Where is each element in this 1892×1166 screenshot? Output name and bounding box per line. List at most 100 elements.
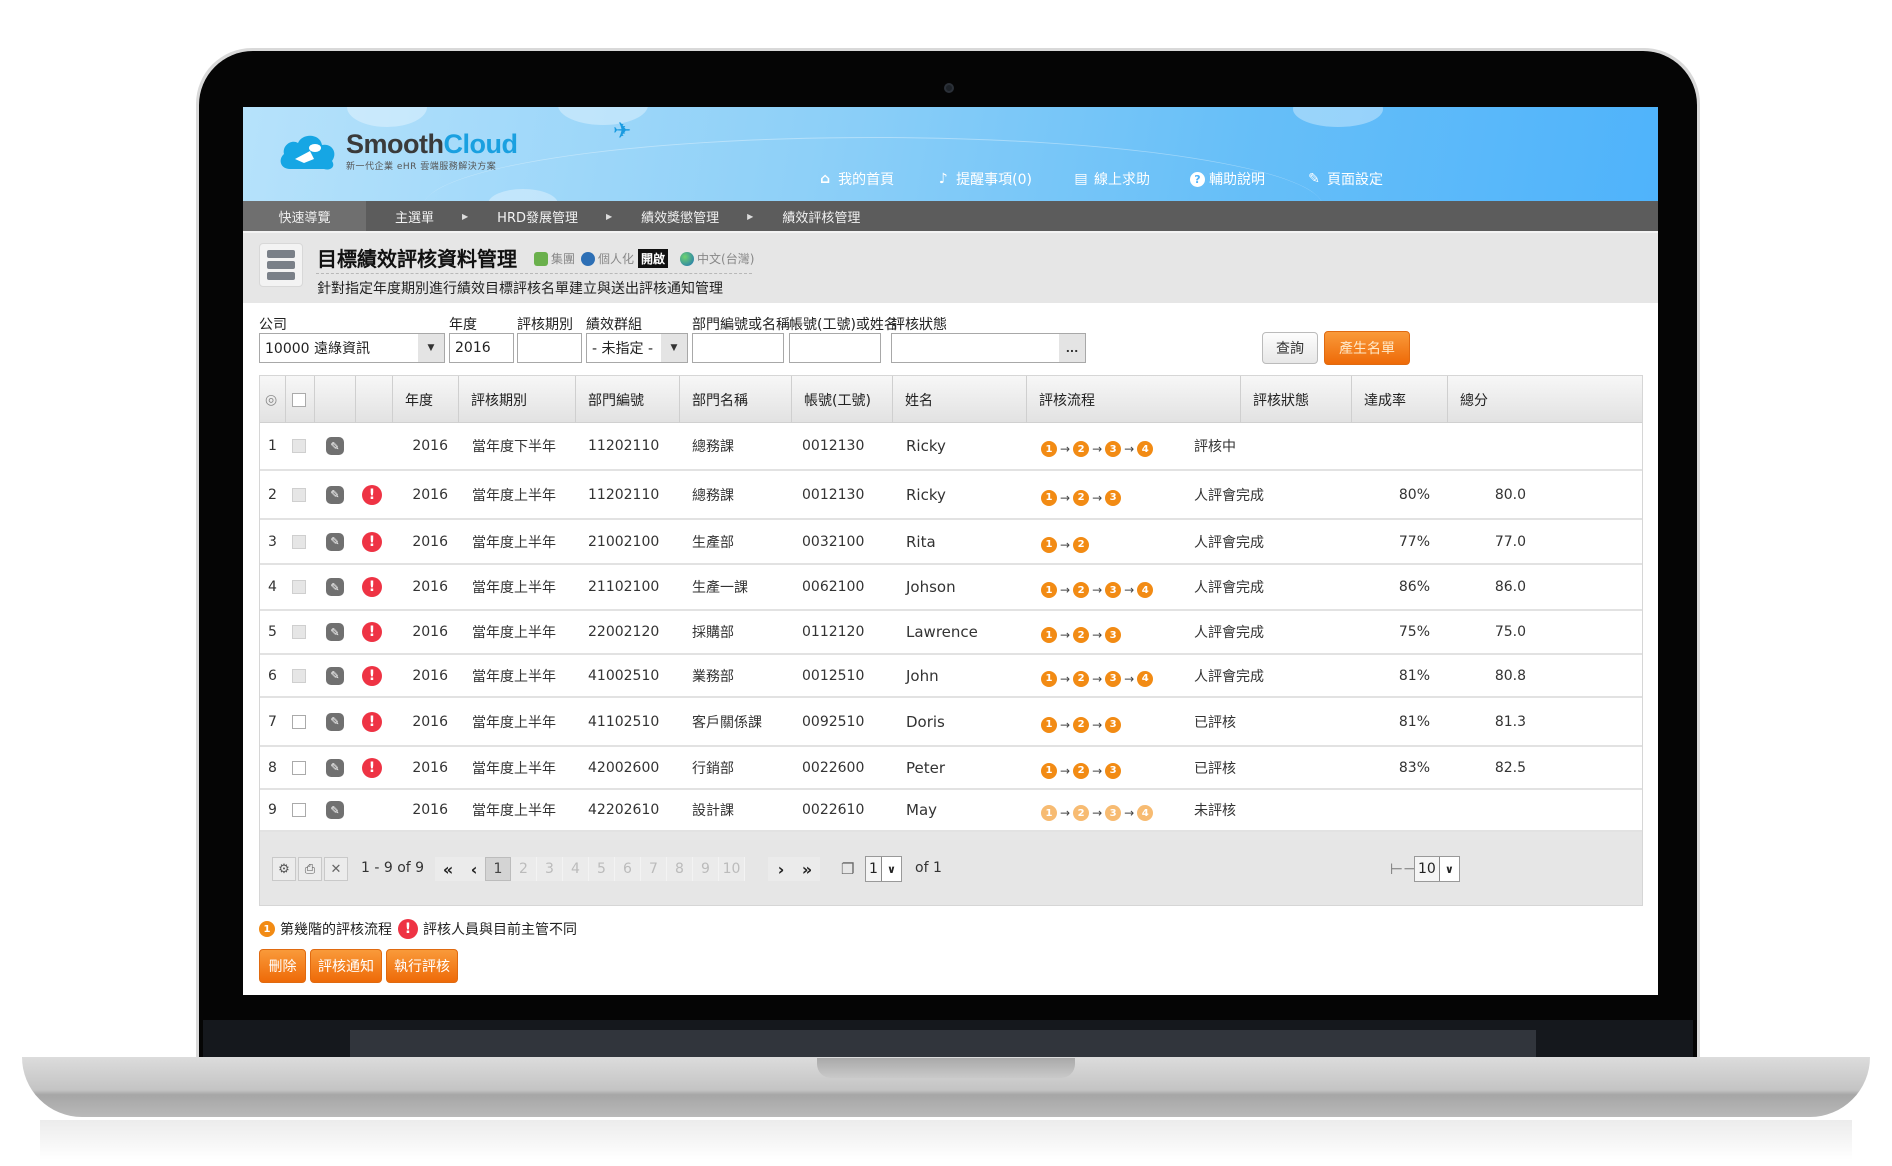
edit-cell: ✎ <box>326 611 350 653</box>
rate-cell: 77% <box>1398 533 1430 550</box>
row-number: 7 <box>268 713 277 730</box>
account-input[interactable] <box>789 333 881 363</box>
table-row[interactable]: 9 ✎ 2016 當年度上半年 42202610 設計課 0022610 May 1 → 2 → 3 → 4… <box>260 790 1642 832</box>
excel-export-icon[interactable]: ✕ <box>324 857 348 881</box>
company-select[interactable]: 10000 遠綠資訊 ▼ <box>259 333 445 363</box>
dept-input[interactable] <box>692 333 784 363</box>
table-row[interactable]: 7 ✎! 2016 當年度上半年 41102510 客戶關係課 0092510 Doris 1 →… <box>260 698 1642 747</box>
page-number-button[interactable]: 8 <box>667 857 693 881</box>
pager-nav-forward: › » <box>768 857 820 881</box>
quick-nav-button[interactable]: 快速導覽 <box>243 201 366 231</box>
edit-icon[interactable]: ✎ <box>326 666 344 685</box>
col-header-name[interactable]: 姓名 <box>893 376 1027 423</box>
col-header-flow[interactable]: 評核流程 <box>1027 376 1241 423</box>
flow-step-icon: 1 <box>1041 762 1057 779</box>
chevron-down-icon[interactable]: ▼ <box>661 334 687 362</box>
col-header-year[interactable]: 年度 <box>393 376 459 423</box>
col-header-score[interactable]: 總分 <box>1448 376 1532 423</box>
page-select[interactable]: 1 ∨ <box>865 856 902 882</box>
table-row[interactable]: 5 ✎! 2016 當年度上半年 22002120 採購部 0112120 Lawrence 1… <box>260 611 1642 655</box>
open-badge[interactable]: 開啟 <box>638 249 669 268</box>
group-select[interactable]: - 未指定 - ▼ <box>586 333 688 363</box>
row-checkbox[interactable] <box>292 803 306 817</box>
assist-link[interactable]: ? 輔助說明 <box>1190 169 1265 189</box>
status-input[interactable]: ... <box>891 333 1086 363</box>
table-row[interactable]: 4 ✎! 2016 當年度上半年 21102100 生產一課 0062100 Johson 1 →… <box>260 565 1642 611</box>
period-input[interactable] <box>517 333 582 363</box>
col-header-period[interactable]: 評核期別 <box>459 376 576 423</box>
row-checkbox-cell <box>292 423 312 469</box>
col-header-account[interactable]: 帳號(工號) <box>792 376 893 423</box>
query-button[interactable]: 查詢 <box>1262 332 1318 364</box>
edit-icon[interactable]: ✎ <box>326 485 344 504</box>
page-number-button[interactable]: 4 <box>563 857 589 881</box>
rate-cell: 81% <box>1398 713 1430 730</box>
edit-icon[interactable]: ✎ <box>326 437 344 455</box>
last-page-icon[interactable]: » <box>794 857 820 881</box>
breadcrumb-item[interactable]: 主選單 ▶ <box>366 207 468 226</box>
col-header-dept-name[interactable]: 部門名稱 <box>680 376 792 423</box>
status-cell: 人評會完成 <box>1194 625 1264 641</box>
breadcrumb-item[interactable]: HRD發展管理 ▶ <box>468 207 612 226</box>
table-row[interactable]: 6 ✎! 2016 當年度上半年 41002510 業務部 0012510 John 1 → 2 → 3… <box>260 655 1642 698</box>
select-all-checkbox[interactable] <box>292 392 306 407</box>
page-number-button[interactable]: 2 <box>511 857 537 881</box>
breadcrumb-item[interactable]: 績效評核管理 <box>753 207 860 226</box>
page-settings-link[interactable]: ✎ 頁面設定 <box>1305 169 1383 189</box>
execute-review-button[interactable]: 執行評核 <box>386 949 458 983</box>
first-page-icon[interactable]: « <box>435 857 461 881</box>
table-row[interactable]: 2 ✎! 2016 當年度上半年 11202110 總務課 0012130 Ricky 1 → 2 →… <box>260 471 1642 520</box>
rate-cell: 83% <box>1398 759 1430 776</box>
generate-list-button[interactable]: 產生名單 <box>1324 331 1410 365</box>
notify-button[interactable]: 評核通知 <box>310 949 382 983</box>
col-header-status[interactable]: 評核狀態 <box>1241 376 1352 423</box>
edit-icon[interactable]: ✎ <box>326 532 344 551</box>
language-link[interactable]: 中文(台灣) <box>697 250 754 267</box>
year-cell: 2016 <box>412 438 448 454</box>
page-number-button[interactable]: 7 <box>641 857 667 881</box>
online-help-link[interactable]: ▤ 線上求助 <box>1072 169 1150 189</box>
chevron-down-icon[interactable]: ▼ <box>418 334 444 362</box>
name-cell: Doris <box>906 712 945 731</box>
page-number-button[interactable]: 1 <box>485 857 511 881</box>
page-number-button[interactable]: 3 <box>537 857 563 881</box>
flow-step-icon: 1 <box>1041 805 1057 821</box>
col-header-dept-no[interactable]: 部門編號 <box>576 376 680 423</box>
row-checkbox[interactable] <box>292 714 306 729</box>
home-link[interactable]: ⌂ 我的首頁 <box>816 169 894 189</box>
page-number-button[interactable]: 10 <box>719 857 745 881</box>
table-row[interactable]: 3 ✎! 2016 當年度上半年 21002100 生產部 0032100 Rita 1 → 2 人評… <box>260 520 1642 565</box>
warning-cell: ! <box>362 655 386 696</box>
cloud-decoration <box>1293 107 1383 127</box>
row-checkbox[interactable] <box>292 760 306 775</box>
page-number-button[interactable]: 5 <box>589 857 615 881</box>
next-page-icon[interactable]: › <box>768 857 794 881</box>
edit-icon[interactable]: ✎ <box>326 712 344 731</box>
logo[interactable]: SmoothCloud 新一代企業 eHR 雲端服務解決方案 <box>278 129 518 173</box>
ellipsis-button[interactable]: ... <box>1059 334 1085 362</box>
period-label: 評核期別 <box>517 317 573 333</box>
edit-icon[interactable]: ✎ <box>326 623 344 641</box>
col-header-rate[interactable]: 達成率 <box>1352 376 1448 423</box>
table-row[interactable]: 8 ✎! 2016 當年度上半年 42002600 行銷部 0022600 Peter 1 → 2 →… <box>260 747 1642 790</box>
breadcrumb-item[interactable]: 績效獎懲管理 ▶ <box>612 207 753 226</box>
page-number-button[interactable]: 6 <box>615 857 641 881</box>
group-link[interactable]: 集團 <box>551 250 575 267</box>
year-input[interactable]: 2016 <box>449 333 514 363</box>
laptop-hinge <box>350 1030 1536 1060</box>
prev-page-icon[interactable]: ‹ <box>461 857 487 881</box>
name-cell: Rita <box>906 532 936 551</box>
row-checkbox-cell <box>292 655 312 696</box>
delete-button[interactable]: 刪除 <box>259 949 306 983</box>
page-number-button[interactable]: 9 <box>693 857 719 881</box>
page-size-select[interactable]: 10 ∨ <box>1414 856 1460 882</box>
column-visibility-icon[interactable]: ◎ <box>260 376 286 423</box>
edit-icon[interactable]: ✎ <box>326 578 344 596</box>
edit-icon[interactable]: ✎ <box>326 801 344 819</box>
table-row[interactable]: 1 ✎ 2016 當年度下半年 11202110 總務課 0012130 Ricky 1 → 2 → 3… <box>260 423 1642 471</box>
print-icon[interactable]: ⎙ <box>298 857 322 881</box>
reminders-link[interactable]: ♪ 提醒事項(0) <box>934 169 1032 189</box>
edit-cell: ✎ <box>326 565 350 609</box>
edit-icon[interactable]: ✎ <box>326 758 344 777</box>
gear-icon[interactable]: ⚙ <box>272 857 296 881</box>
